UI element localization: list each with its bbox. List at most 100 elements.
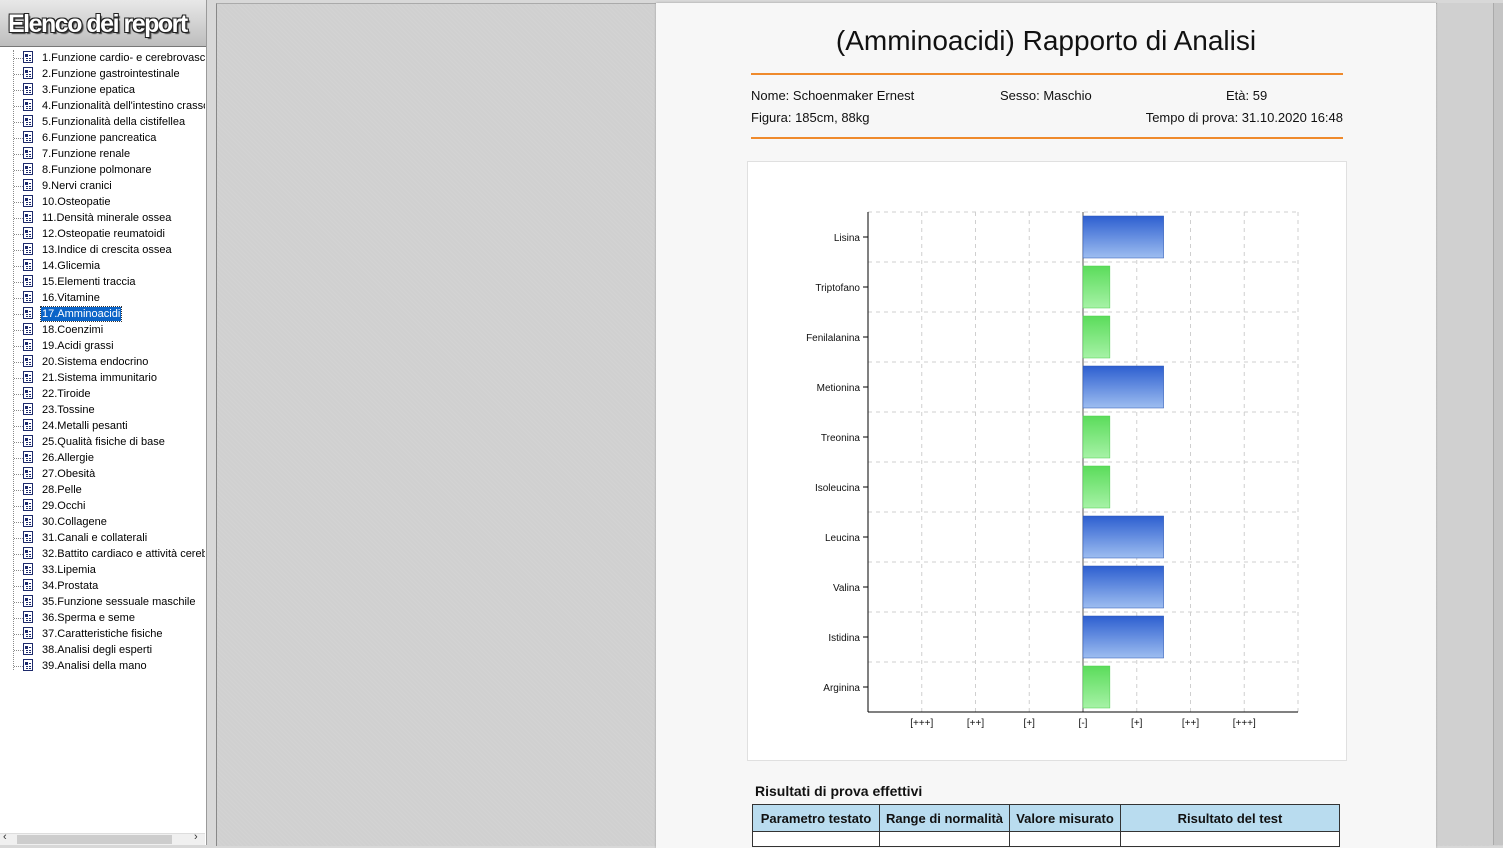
report-tree-item-label[interactable]: 14.Glicemia [41, 259, 101, 273]
report-tree-item-label[interactable]: 34.Prostata [41, 579, 99, 593]
report-tree-item-label[interactable]: 39.Analisi della mano [41, 659, 148, 673]
document-icon [23, 451, 33, 463]
scroll-left-icon[interactable]: ‹ [3, 831, 7, 843]
report-tree-item[interactable]: 7.Funzione renale [0, 146, 205, 162]
report-tree-item-label[interactable]: 38.Analisi degli esperti [41, 643, 153, 657]
report-tree-item[interactable]: 30.Collagene [0, 514, 205, 530]
report-tree-item[interactable]: 38.Analisi degli esperti [0, 642, 205, 658]
chart-category-label: Arginina [823, 683, 860, 694]
scroll-right-icon[interactable]: › [194, 831, 198, 843]
table-cell [879, 831, 1010, 847]
report-tree-item[interactable]: 31.Canali e collaterali [0, 530, 205, 546]
report-tree-item-label[interactable]: 33.Lipemia [41, 563, 97, 577]
document-icon [23, 307, 33, 319]
report-tree-item[interactable]: 15.Elementi traccia [0, 274, 205, 290]
report-tree-item[interactable]: 3.Funzione epatica [0, 82, 205, 98]
report-tree-item[interactable]: 4.Funzionalità dell'intestino crasso [0, 98, 205, 114]
report-tree-item[interactable]: 10.Osteopatie [0, 194, 205, 210]
table-row [752, 831, 1340, 847]
report-tree-item[interactable]: 16.Vitamine [0, 290, 205, 306]
report-tree-item-label[interactable]: 13.Indice di crescita ossea [41, 243, 173, 257]
report-tree-item[interactable]: 32.Battito cardiaco e attività cerebrale [0, 546, 205, 562]
report-tree-item[interactable]: 23.Tossine [0, 402, 205, 418]
vertical-scrollbar[interactable] [1493, 3, 1503, 845]
report-tree-item[interactable]: 1.Funzione cardio- e cerebrovascolare [0, 50, 205, 66]
report-tree-item[interactable]: 26.Allergie [0, 450, 205, 466]
tree-connector [14, 282, 23, 283]
report-tree-item[interactable]: 22.Tiroide [0, 386, 205, 402]
report-tree-item-label[interactable]: 1.Funzione cardio- e cerebrovascolare [41, 51, 205, 65]
report-tree-item[interactable]: 14.Glicemia [0, 258, 205, 274]
report-tree-item-label[interactable]: 24.Metalli pesanti [41, 419, 129, 433]
report-tree-item[interactable]: 25.Qualità fisiche di base [0, 434, 205, 450]
report-tree-item[interactable]: 5.Funzionalità della cistifellea [0, 114, 205, 130]
report-tree-item-label[interactable]: 28.Pelle [41, 483, 83, 497]
chart-bar [1082, 515, 1164, 559]
report-tree-item[interactable]: 29.Occhi [0, 498, 205, 514]
horizontal-scrollbar[interactable]: ‹ › [0, 831, 205, 845]
report-tree-item[interactable]: 33.Lipemia [0, 562, 205, 578]
report-tree-item-label[interactable]: 18.Coenzimi [41, 323, 104, 337]
report-tree-item-label[interactable]: 25.Qualità fisiche di base [41, 435, 166, 449]
report-tree-item[interactable]: 28.Pelle [0, 482, 205, 498]
viewer-right-margin [1437, 3, 1493, 845]
report-tree-item-label[interactable]: 27.Obesità [41, 467, 96, 481]
document-icon [23, 563, 33, 575]
report-tree-item-label[interactable]: 37.Caratteristiche fisiche [41, 627, 163, 641]
report-tree-item[interactable]: 20.Sistema endocrino [0, 354, 205, 370]
report-tree-item-label[interactable]: 30.Collagene [41, 515, 108, 529]
report-tree-item-label[interactable]: 35.Funzione sessuale maschile [41, 595, 196, 609]
report-tree-item-label[interactable]: 10.Osteopatie [41, 195, 112, 209]
report-tree-item-label[interactable]: 12.Osteopatie reumatoidi [41, 227, 166, 241]
report-tree-item[interactable]: 24.Metalli pesanti [0, 418, 205, 434]
report-tree-item-label[interactable]: 4.Funzionalità dell'intestino crasso [41, 99, 205, 113]
report-tree-item[interactable]: 18.Coenzimi [0, 322, 205, 338]
report-tree-item-label[interactable]: 6.Funzione pancreatica [41, 131, 157, 145]
report-tree-item-label[interactable]: 5.Funzionalità della cistifellea [41, 115, 186, 129]
report-tree-item-label[interactable]: 17.Amminoacidi [39, 306, 123, 322]
report-tree-item-label[interactable]: 31.Canali e collaterali [41, 531, 148, 545]
report-tree-item[interactable]: 2.Funzione gastrointestinale [0, 66, 205, 82]
report-tree-item-label[interactable]: 29.Occhi [41, 499, 86, 513]
report-tree-item[interactable]: 6.Funzione pancreatica [0, 130, 205, 146]
report-tree-item-label[interactable]: 20.Sistema endocrino [41, 355, 149, 369]
report-tree-item-label[interactable]: 3.Funzione epatica [41, 83, 136, 97]
document-icon [23, 115, 33, 127]
report-tree-item[interactable]: 13.Indice di crescita ossea [0, 242, 205, 258]
scrollbar-thumb[interactable] [17, 835, 172, 844]
report-tree-item[interactable]: 37.Caratteristiche fisiche [0, 626, 205, 642]
report-tree-item[interactable]: 39.Analisi della mano [0, 658, 205, 674]
report-tree-item[interactable]: 11.Densità minerale ossea [0, 210, 205, 226]
table-cell [752, 831, 880, 847]
report-tree-item-label[interactable]: 26.Allergie [41, 451, 95, 465]
document-icon [23, 355, 33, 367]
report-tree-item[interactable]: 19.Acidi grassi [0, 338, 205, 354]
report-tree-item-label[interactable]: 7.Funzione renale [41, 147, 131, 161]
report-tree-item-label[interactable]: 36.Sperma e seme [41, 611, 136, 625]
report-tree-item-label[interactable]: 19.Acidi grassi [41, 339, 115, 353]
report-tree-item-label[interactable]: 8.Funzione polmonare [41, 163, 152, 177]
report-tree-item-label[interactable]: 22.Tiroide [41, 387, 92, 401]
report-tree-item[interactable]: 12.Osteopatie reumatoidi [0, 226, 205, 242]
report-tree-item[interactable]: 35.Funzione sessuale maschile [0, 594, 205, 610]
report-tree-item[interactable]: 8.Funzione polmonare [0, 162, 205, 178]
tree-connector [14, 186, 23, 187]
report-tree-item-label[interactable]: 21.Sistema immunitario [41, 371, 158, 385]
report-tree-item-label[interactable]: 2.Funzione gastrointestinale [41, 67, 181, 81]
report-tree-item-label[interactable]: 16.Vitamine [41, 291, 101, 305]
report-tree-item[interactable]: 34.Prostata [0, 578, 205, 594]
report-tree-item[interactable]: 36.Sperma e seme [0, 610, 205, 626]
report-tree-item[interactable]: 27.Obesità [0, 466, 205, 482]
report-tree-item[interactable]: 21.Sistema immunitario [0, 370, 205, 386]
report-tree-item-label[interactable]: 11.Densità minerale ossea [41, 211, 172, 225]
chart-bar [1082, 565, 1164, 609]
report-tree-item[interactable]: 17.Amminoacidi [0, 306, 205, 322]
tree-connector [14, 378, 23, 379]
report-tree-item[interactable]: 9.Nervi cranici [0, 178, 205, 194]
report-tree-item-label[interactable]: 15.Elementi traccia [41, 275, 137, 289]
document-icon [23, 147, 33, 159]
tree-connector [14, 394, 23, 395]
report-tree-item-label[interactable]: 9.Nervi cranici [41, 179, 113, 193]
report-tree-item-label[interactable]: 32.Battito cardiaco e attività cerebrale [41, 547, 205, 561]
report-tree-item-label[interactable]: 23.Tossine [41, 403, 96, 417]
